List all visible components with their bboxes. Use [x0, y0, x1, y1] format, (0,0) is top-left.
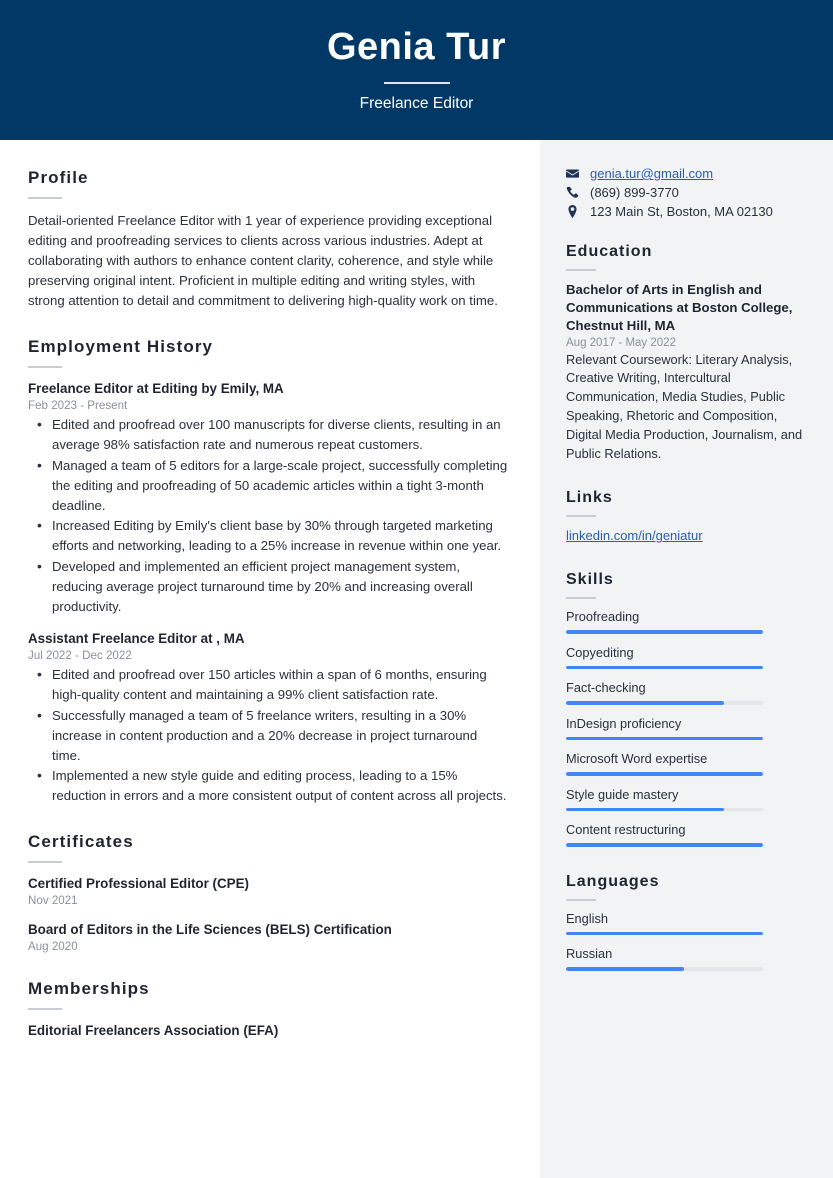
job-bullet: Edited and proofread over 100 manuscript… — [37, 414, 508, 455]
skill-level-bar — [566, 807, 763, 812]
skill-item: Fact-checking — [566, 680, 805, 705]
certificates-heading: Certificates — [28, 832, 134, 852]
employment-heading-rule — [28, 366, 62, 369]
skill-level-bar — [566, 665, 763, 670]
contact-phone-value: (869) 899-3770 — [590, 185, 679, 200]
employment-entry: Assistant Freelance Editor at , MA Jul 2… — [28, 630, 508, 806]
language-item: Russian — [566, 946, 805, 971]
skill-label: Fact-checking — [566, 680, 646, 696]
section-employment-history: Employment History Freelance Editor at E… — [28, 337, 508, 806]
sidebar-column: genia.tur@gmail.com (869) 899-3770 123 M… — [540, 140, 833, 1178]
resume-body: Profile Detail-oriented Freelance Editor… — [0, 140, 833, 1178]
education-heading-rule — [566, 269, 596, 271]
skill-level-bar — [566, 736, 763, 741]
contact-address-row: 123 Main St, Boston, MA 02130 — [566, 204, 805, 219]
education-degree: Bachelor of Arts in English and Communic… — [566, 282, 793, 334]
job-bullet: Successfully managed a team of 5 freelan… — [37, 705, 508, 765]
language-label: Russian — [566, 946, 613, 962]
certificate-entry: Certified Professional Editor (CPE) Nov … — [28, 875, 508, 907]
header-divider — [383, 81, 450, 84]
education-heading: Education — [566, 243, 653, 260]
job-bullets: Edited and proofread over 150 articles w… — [28, 664, 508, 806]
skill-level-bar — [566, 843, 763, 847]
membership-entry: Editorial Freelancers Association (EFA) — [28, 1022, 508, 1040]
memberships-heading: Memberships — [28, 979, 150, 999]
links-heading: Links — [566, 489, 613, 507]
languages-heading: Languages — [566, 872, 660, 890]
map-pin-icon — [566, 205, 584, 218]
contact-email-link[interactable]: genia.tur@gmail.com — [590, 166, 713, 181]
skill-item: Style guide mastery — [566, 787, 805, 812]
language-level-bar — [566, 931, 763, 936]
language-level-bar — [566, 967, 763, 971]
language-item: English — [566, 911, 805, 936]
certificate-title: Certified Professional Editor (CPE) — [28, 876, 249, 892]
certificates-heading-rule — [28, 861, 62, 864]
job-title: Freelance Editor at Editing by Emily, MA — [28, 381, 284, 397]
education-date: Aug 2017 - May 2022 — [566, 336, 676, 349]
skills-heading: Skills — [566, 571, 614, 589]
skill-level-bar — [566, 701, 763, 705]
job-bullet: Developed and implemented an efficient p… — [37, 556, 508, 616]
contact-email-row: genia.tur@gmail.com — [566, 166, 805, 181]
membership-title: Editorial Freelancers Association (EFA) — [28, 1023, 279, 1039]
certificate-date: Aug 2020 — [28, 940, 78, 954]
contact-list: genia.tur@gmail.com (869) 899-3770 123 M… — [566, 166, 805, 219]
job-bullet: Increased Editing by Emily's client base… — [37, 515, 508, 556]
skill-label: Style guide mastery — [566, 786, 679, 802]
job-date: Feb 2023 - Present — [28, 399, 128, 413]
section-education: Education Bachelor of Arts in English an… — [566, 243, 805, 463]
resume-page: Genia Tur Freelance Editor Profile Detai… — [0, 0, 833, 1178]
skill-label: Copyediting — [566, 644, 634, 660]
phone-icon — [566, 186, 584, 199]
section-skills: Skills Proofreading Copyediting Fact-che… — [566, 571, 805, 847]
contact-phone-row: (869) 899-3770 — [566, 185, 805, 200]
profile-text: Detail-oriented Freelance Editor with 1 … — [28, 213, 498, 309]
envelope-icon — [566, 167, 584, 180]
skill-item: Content restructuring — [566, 822, 805, 847]
section-memberships: Memberships Editorial Freelancers Associ… — [28, 979, 508, 1040]
main-column: Profile Detail-oriented Freelance Editor… — [0, 140, 540, 1178]
resume-header: Genia Tur Freelance Editor — [0, 0, 833, 140]
certificate-date: Nov 2021 — [28, 894, 78, 908]
skills-heading-rule — [566, 597, 596, 600]
job-date: Jul 2022 - Dec 2022 — [28, 649, 132, 663]
candidate-name: Genia Tur — [326, 26, 507, 69]
job-bullet: Implemented a new style guide and editin… — [37, 765, 508, 806]
profile-heading-rule — [28, 197, 62, 199]
links-heading-rule — [566, 515, 596, 518]
link-linkedin[interactable]: linkedin.com/in/geniatur — [566, 528, 703, 543]
job-bullet: Managed a team of 5 editors for a large-… — [37, 455, 508, 515]
skill-item: Copyediting — [566, 645, 805, 670]
skill-item: Proofreading — [566, 609, 805, 634]
employment-entry: Freelance Editor at Editing by Emily, MA… — [28, 380, 508, 616]
languages-heading-rule — [566, 898, 596, 901]
section-links: Links linkedin.com/in/geniatur — [566, 489, 805, 545]
skill-level-bar — [566, 630, 763, 634]
skill-label: Microsoft Word expertise — [566, 751, 708, 767]
section-languages: Languages English Russian — [566, 873, 805, 971]
job-bullets: Edited and proofread over 100 manuscript… — [28, 414, 508, 616]
employment-heading: Employment History — [28, 337, 214, 357]
profile-heading: Profile — [28, 168, 89, 187]
skill-item: InDesign proficiency — [566, 716, 805, 741]
skill-item: Microsoft Word expertise — [566, 751, 805, 776]
skill-label: InDesign proficiency — [566, 715, 682, 731]
skill-label: Proofreading — [566, 609, 640, 625]
contact-address-value: 123 Main St, Boston, MA 02130 — [590, 204, 773, 219]
memberships-heading-rule — [28, 1008, 62, 1011]
certificate-entry: Board of Editors in the Life Sciences (B… — [28, 921, 508, 953]
education-description: Relevant Coursework: Literary Analysis, … — [566, 351, 803, 461]
skill-label: Content restructuring — [566, 822, 686, 838]
certificate-title: Board of Editors in the Life Sciences (B… — [28, 922, 392, 938]
section-profile: Profile Detail-oriented Freelance Editor… — [28, 168, 508, 311]
section-certificates: Certificates Certified Professional Edit… — [28, 832, 508, 953]
skill-level-bar — [566, 772, 763, 776]
job-bullet: Edited and proofread over 150 articles w… — [37, 664, 508, 705]
job-title: Assistant Freelance Editor at , MA — [28, 631, 245, 647]
candidate-job-title: Freelance Editor — [359, 94, 474, 112]
language-label: English — [566, 910, 608, 926]
